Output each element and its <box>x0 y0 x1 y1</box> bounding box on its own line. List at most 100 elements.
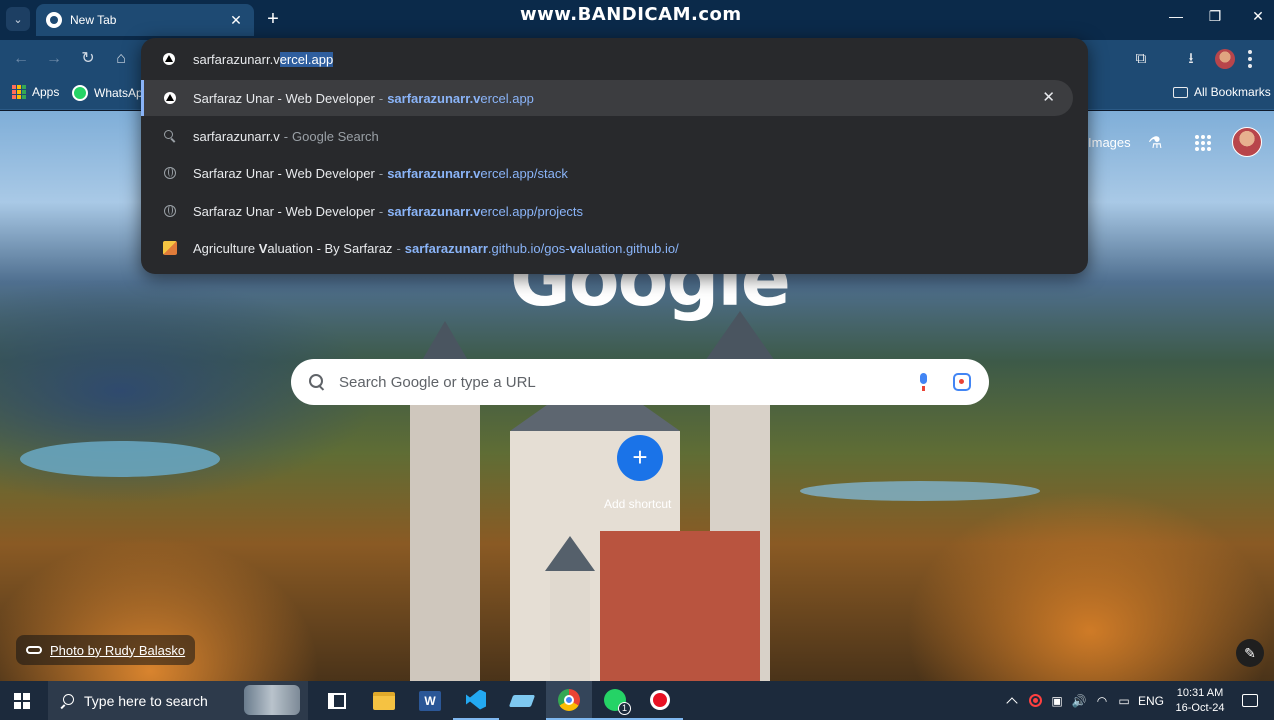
globe-icon <box>163 204 177 218</box>
notification-center-button[interactable] <box>1238 681 1262 720</box>
ntp-search-placeholder: Search Google or type a URL <box>339 373 536 391</box>
close-window-button[interactable]: ✕ <box>1246 8 1270 30</box>
background-photo-detail <box>800 481 1040 501</box>
new-tab-button[interactable]: + <box>262 9 284 31</box>
address-typed-text: sarfarazunarr.v <box>193 51 280 67</box>
background-photo <box>20 441 220 477</box>
search-icon <box>60 693 74 708</box>
bandicam-button[interactable] <box>637 681 683 720</box>
home-button[interactable]: ⌂ <box>110 48 132 70</box>
chevron-up-icon <box>1006 696 1018 709</box>
site-favicon-icon <box>163 91 177 105</box>
taskbar-search-placeholder: Type here to search <box>84 692 208 709</box>
suggestion-url: sarfarazunarr.vercel.app/projects <box>387 203 584 219</box>
agriculture-favicon-icon <box>163 241 177 255</box>
google-apps-icon[interactable] <box>1195 135 1211 151</box>
vscode-icon <box>466 689 486 710</box>
suggestion-title: sarfarazunarr.v <box>193 128 280 144</box>
google-lens-icon[interactable] <box>953 373 971 391</box>
whatsapp-icon: 1 <box>604 688 631 715</box>
clock[interactable]: 10:31 AM 16-Oct-24 <box>1170 681 1230 720</box>
browser-menu-icon[interactable] <box>1248 50 1252 68</box>
recording-tray-icon[interactable] <box>1026 681 1044 720</box>
taskbar-search-box[interactable]: Type here to search <box>48 681 308 720</box>
restore-button[interactable]: ❐ <box>1203 8 1227 30</box>
clock-time: 10:31 AM <box>1176 686 1224 699</box>
suggestion-url: sarfarazunarr.vercel.app <box>387 90 534 106</box>
record-icon <box>1028 694 1042 707</box>
file-explorer-button[interactable] <box>361 681 407 720</box>
add-shortcut-button[interactable]: + <box>617 435 663 481</box>
photo-credit-text: Photo by Rudy Balasko <box>50 642 186 658</box>
site-favicon-icon <box>163 53 175 65</box>
word-icon: W <box>419 690 441 711</box>
folder-icon <box>1173 86 1188 98</box>
clock-date: 16-Oct-24 <box>1175 701 1225 714</box>
suggestion-row[interactable]: Agriculture Valuation - By Sarfaraz - sa… <box>141 230 1088 266</box>
chrome-favicon-icon <box>46 12 62 28</box>
record-icon <box>650 689 670 710</box>
forward-button[interactable]: → <box>43 48 65 70</box>
volume-icon[interactable]: 🔊 <box>1070 681 1088 720</box>
address-autocomplete-selection: ercel.app <box>279 51 334 67</box>
windows-taskbar: Type here to search W 1 ▣ 🔊 ◠ ▭ ENG 10:3… <box>0 681 1274 720</box>
all-bookmarks-button[interactable]: All Bookmarks <box>1173 85 1271 99</box>
chrome-taskbar-button[interactable] <box>546 681 592 720</box>
bookmark-whatsapp[interactable]: WhatsApp <box>72 85 149 101</box>
wifi-icon[interactable]: ◠ <box>1093 681 1111 720</box>
suggestion-suffix: Google Search <box>292 128 379 144</box>
language-indicator[interactable]: ENG <box>1138 681 1164 720</box>
suggestion-row[interactable]: Sarfaraz Unar - Web Developer - sarfaraz… <box>141 80 1073 116</box>
photo-credit-link[interactable]: Photo by Rudy Balasko <box>16 635 196 665</box>
labs-flask-icon[interactable]: ⚗ <box>1148 133 1166 153</box>
suggestion-title: Sarfaraz Unar - Web Developer <box>193 203 375 219</box>
suggestion-row[interactable]: sarfarazunarr.v - Google Search <box>141 118 1088 154</box>
minimize-button[interactable]: — <box>1164 8 1188 30</box>
windows-start-icon[interactable] <box>14 693 30 709</box>
tab-close-icon[interactable]: ✕ <box>228 12 244 29</box>
suggestion-row[interactable]: Sarfaraz Unar - Web Developer - sarfaraz… <box>141 193 1088 229</box>
bookmark-apps[interactable]: Apps <box>12 85 59 99</box>
search-icon <box>163 129 177 143</box>
search-icon <box>309 374 325 390</box>
file-explorer-icon <box>373 691 395 710</box>
all-bookmarks-label: All Bookmarks <box>1194 85 1271 99</box>
bookmark-label: Apps <box>32 85 60 99</box>
tab-title: New Tab <box>70 13 117 27</box>
remove-suggestion-icon[interactable]: ✕ <box>1042 90 1055 105</box>
notification-icon <box>1242 694 1258 707</box>
show-hidden-icons-button[interactable] <box>1003 681 1021 720</box>
address-bar[interactable]: sarfarazunarr.v ercel.app <box>141 38 1088 80</box>
account-avatar[interactable] <box>1232 127 1262 157</box>
snipping-tool-button[interactable] <box>499 681 545 720</box>
tab-strip: ⌄ New Tab ✕ + www.BANDICAM.com — ❐ ✕ <box>0 0 1274 40</box>
globe-icon <box>163 166 177 180</box>
suggestion-title: Sarfaraz Unar - Web Developer <box>193 90 375 106</box>
voice-search-icon[interactable] <box>917 373 929 391</box>
add-shortcut-label: Add shortcut <box>604 497 672 511</box>
suggestion-title: Sarfaraz Unar - Web Developer <box>193 165 375 181</box>
extensions-icon[interactable]: ⧉ <box>1130 48 1152 70</box>
apps-grid-icon <box>12 85 26 99</box>
profile-avatar[interactable] <box>1215 49 1235 69</box>
reload-button[interactable]: ↻ <box>77 48 99 70</box>
task-view-button[interactable] <box>314 681 360 720</box>
customize-pencil-icon[interactable]: ✎ <box>1236 639 1264 667</box>
word-button[interactable]: W <box>407 681 453 720</box>
search-highlight-image <box>244 685 300 715</box>
ntp-search-box[interactable]: Search Google or type a URL <box>291 359 989 405</box>
downloads-icon[interactable]: ⭳ <box>1180 48 1202 70</box>
suggestion-url: sarfarazunarr.github.io/gos-valuation.gi… <box>404 240 679 256</box>
meet-now-icon[interactable]: ▣ <box>1048 681 1066 720</box>
whatsapp-taskbar-button[interactable]: 1 <box>592 681 638 720</box>
vscode-button[interactable] <box>453 681 499 720</box>
link-icon <box>26 646 42 654</box>
images-link[interactable]: Images <box>1088 135 1131 150</box>
omnibox-dropdown: sarfarazunarr.v ercel.app Sarfaraz Unar -… <box>141 38 1088 274</box>
tab-new-tab[interactable]: New Tab ✕ <box>36 4 254 36</box>
battery-icon[interactable]: ▭ <box>1114 681 1134 720</box>
suggestion-row[interactable]: Sarfaraz Unar - Web Developer - sarfaraz… <box>141 155 1088 191</box>
back-button[interactable]: ← <box>10 48 32 70</box>
tab-search-button[interactable]: ⌄ <box>6 7 30 31</box>
chrome-icon <box>558 688 580 711</box>
